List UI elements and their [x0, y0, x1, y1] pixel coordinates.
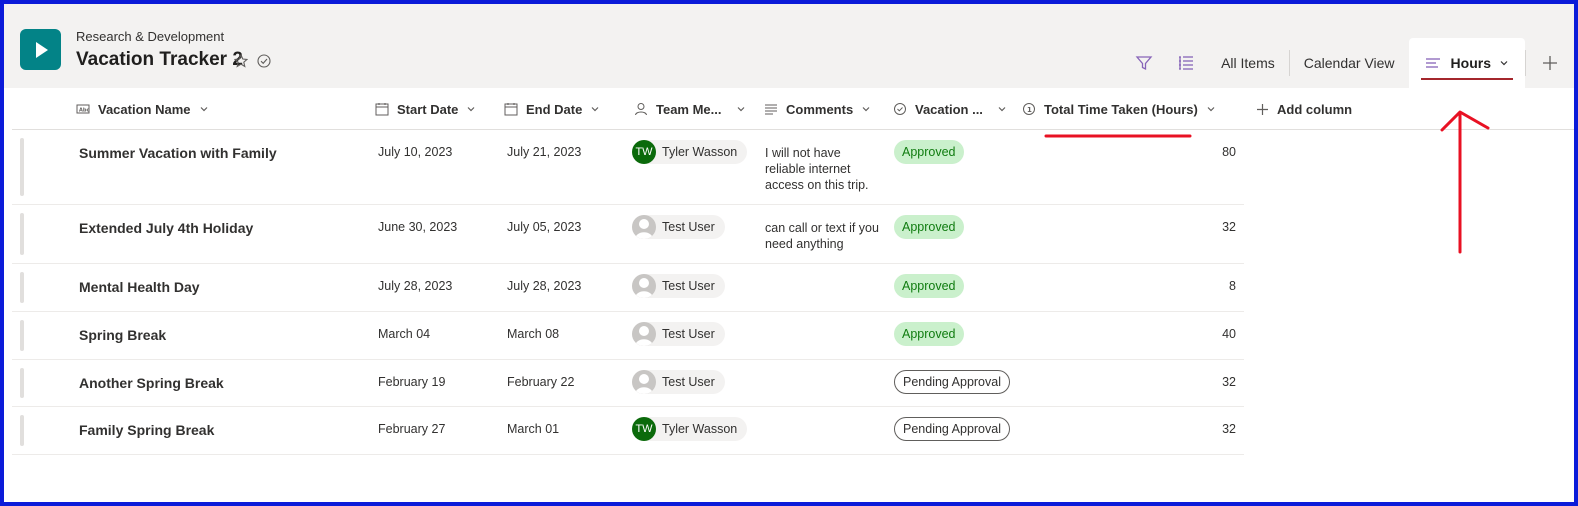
annotation-arrow-head	[1440, 110, 1490, 132]
window-frame: Research & Development Vacation Tracker …	[0, 0, 1578, 506]
annotation-overlay	[1044, 110, 1490, 254]
